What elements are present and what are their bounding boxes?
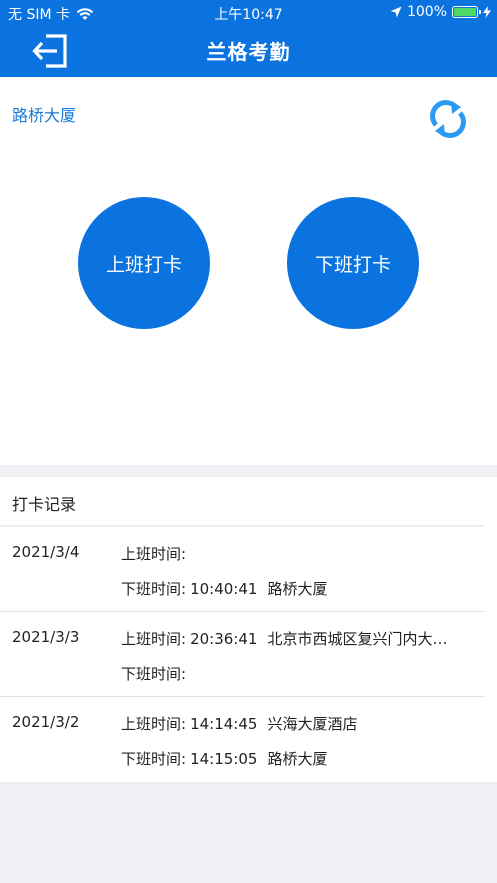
out-place: 路桥大厦 [267,580,328,598]
punch-in-button[interactable]: 上班打卡 [78,197,210,329]
refresh-button[interactable] [426,97,470,141]
location-arrow-icon [390,6,402,18]
battery-fill [454,8,476,16]
navigation-bar: 兰格考勤 [0,26,497,77]
in-time: 14:14:45 [190,715,258,733]
in-place: 北京市西城区复兴门内大… [267,630,448,648]
punch-out-button[interactable]: 下班打卡 [287,197,419,329]
punch-panel: 路桥大厦 上班打卡 下班打卡 [0,77,497,465]
out-place: 路桥大厦 [267,750,328,768]
location-link[interactable]: 路桥大厦 [12,102,76,126]
refresh-icon [430,100,466,138]
record-out-line: 下班时间: [121,663,200,684]
record-out-line: 下班时间: 14:15:05 路桥大厦 [121,748,327,769]
in-time: 20:36:41 [190,630,258,648]
battery-percent: 100% [406,4,447,20]
record-in-line: 上班时间: [121,543,200,564]
out-time: 14:15:05 [190,750,258,768]
status-bar: 无 SIM 卡 上午10:47 100% [0,0,497,26]
records-title: 打卡记录 [12,495,77,514]
in-place: 兴海大厦酒店 [267,715,358,733]
charging-icon [483,6,491,18]
in-time-label: 上班时间: [121,545,187,563]
battery-icon [452,6,481,18]
app-header: 无 SIM 卡 上午10:47 100% 兰格考勤 [0,0,497,77]
records-panel: 打卡记录 2021/3/4 上班时间: 下班时间: 10:40:41 路桥大厦 20… [0,477,497,782]
status-right: 100% [390,4,491,20]
out-time-label: 下班时间: [121,750,187,768]
out-time-label: 下班时间: [121,665,187,683]
out-time: 10:40:41 [190,580,258,598]
in-time-label: 上班时间: [121,715,187,733]
record-date: 2021/3/3 [12,628,80,646]
out-time-label: 下班时间: [121,580,187,598]
record-date: 2021/3/4 [12,543,80,561]
record-row: 2021/3/2 上班时间: 14:14:45 兴海大厦酒店 下班时间: 14:15:… [0,697,497,782]
record-row: 2021/3/3 上班时间: 20:36:41 北京市西城区复兴门内大… 下班时间: [0,612,497,697]
record-in-line: 上班时间: 14:14:45 兴海大厦酒店 [121,713,357,734]
record-row: 2021/3/4 上班时间: 下班时间: 10:40:41 路桥大厦 [0,527,497,612]
page-title: 兰格考勤 [206,40,291,64]
in-time-label: 上班时间: [121,630,187,648]
record-date: 2021/3/2 [12,713,80,731]
record-out-line: 下班时间: 10:40:41 路桥大厦 [121,578,327,599]
record-in-line: 上班时间: 20:36:41 北京市西城区复兴门内大… [121,628,447,649]
